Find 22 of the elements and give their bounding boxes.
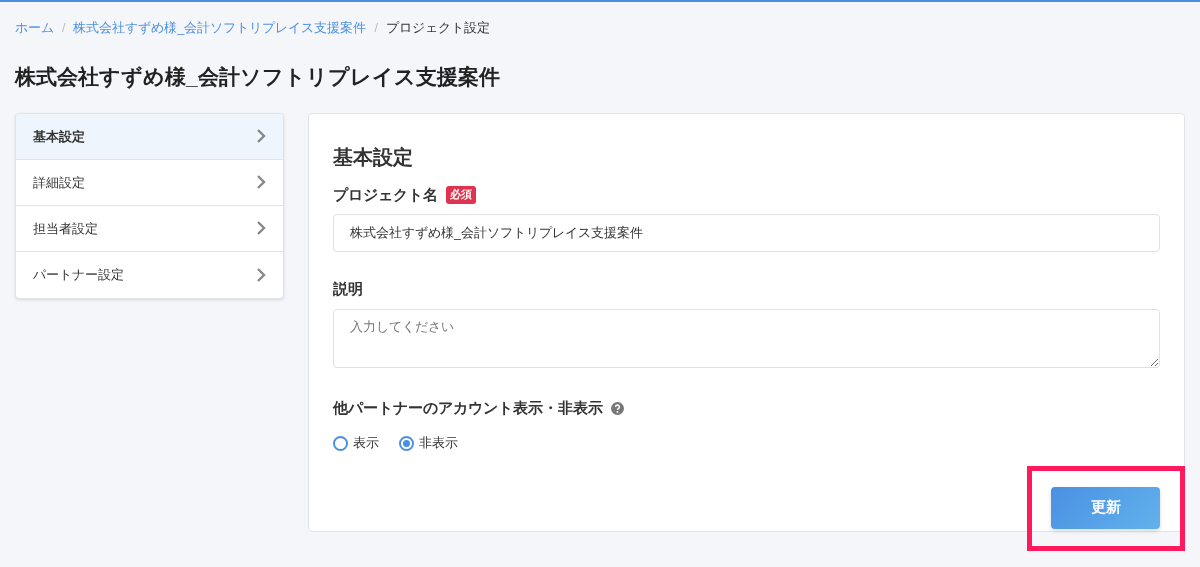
page-title: 株式会社すずめ様_会計ソフトリプレイス支援案件: [15, 63, 501, 89]
sidebar-item[interactable]: パートナー設定: [16, 251, 283, 298]
sidebar-item[interactable]: 基本設定: [16, 113, 283, 160]
section-heading: 基本設定: [333, 144, 414, 170]
input-field[interactable]: 株式会社すずめ様_会計ソフトリプレイス支援案件: [333, 214, 1160, 253]
field-label: プロジェクト名: [333, 184, 438, 205]
breadcrumb-current: プロジェクト設定: [385, 20, 490, 37]
radio-option[interactable]: 非表示: [399, 433, 458, 453]
help-icon[interactable]: [611, 402, 624, 416]
chevron-right-icon: [256, 267, 266, 282]
sidebar-item[interactable]: 詳細設定: [16, 159, 283, 206]
text-area[interactable]: 入力してください: [333, 308, 1160, 368]
chevron-right-icon: [256, 175, 266, 190]
breadcrumb-separator: /: [62, 20, 66, 37]
sidebar-item[interactable]: 担当者設定: [16, 205, 283, 252]
chevron-right-icon: [256, 129, 266, 144]
radio-option[interactable]: 表示: [333, 433, 379, 453]
breadcrumb-separator: /: [374, 20, 378, 37]
field-label: 他パートナーのアカウント表示・非表示: [333, 398, 603, 419]
field-label: 説明: [333, 279, 363, 300]
required-badge: 必須: [446, 186, 476, 205]
chevron-right-icon: [256, 221, 266, 236]
